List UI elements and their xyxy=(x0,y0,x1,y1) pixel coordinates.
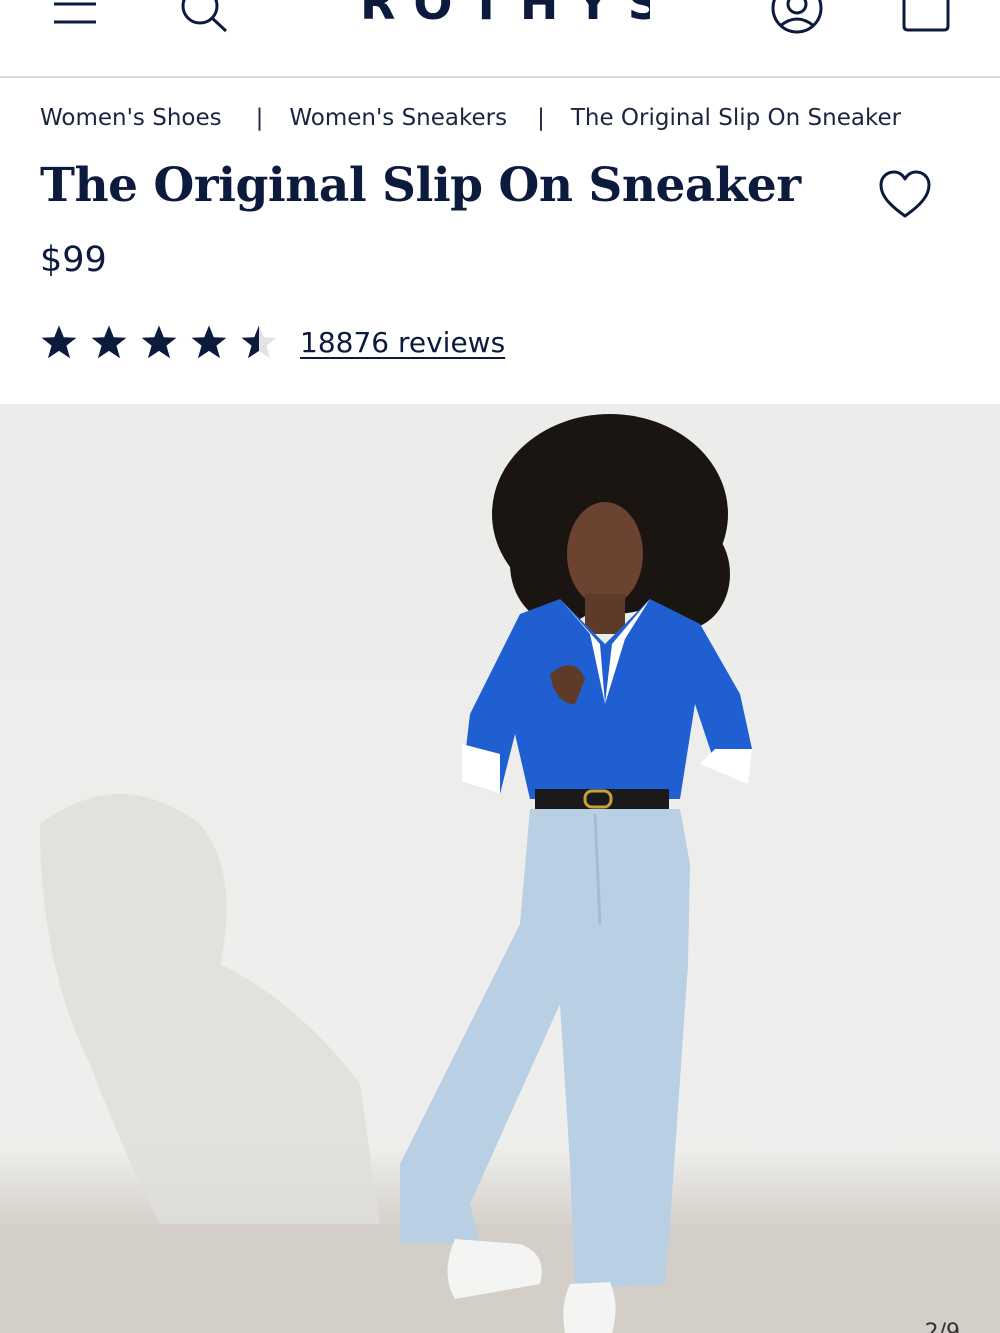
breadcrumb-current-product[interactable]: The Original Slip On Sneaker xyxy=(571,105,901,131)
breadcrumb-separator: | xyxy=(255,105,264,131)
star-icon xyxy=(41,325,77,359)
gallery-pager: 2/9 xyxy=(924,1320,960,1333)
product-title: The Original Slip On Sneaker xyxy=(40,158,801,213)
breadcrumb: Women's Shoes | Women's Sneakers | The O… xyxy=(40,100,970,136)
rating-row: 18876 reviews xyxy=(40,320,505,364)
breadcrumb-separator: | xyxy=(537,105,545,131)
breadcrumb-womens-sneakers[interactable]: Women's Sneakers xyxy=(289,105,507,131)
breadcrumb-womens-shoes[interactable]: Women's Shoes xyxy=(40,105,222,131)
star-icon xyxy=(141,325,177,359)
brand-logo[interactable]: ROTHYS xyxy=(360,0,650,28)
account-icon[interactable] xyxy=(770,0,824,34)
heart-icon[interactable] xyxy=(878,170,932,222)
reviews-link[interactable]: 18876 reviews xyxy=(300,326,505,359)
cart-icon[interactable] xyxy=(900,0,952,34)
menu-icon[interactable] xyxy=(52,0,98,26)
product-image[interactable]: 2/9 xyxy=(0,404,1000,1333)
star-icon xyxy=(91,325,127,359)
top-header: ROTHYS xyxy=(0,0,1000,78)
search-icon[interactable] xyxy=(178,0,230,34)
half-star-icon xyxy=(241,325,277,359)
product-price: $99 xyxy=(40,240,107,280)
model-photo xyxy=(0,414,1000,1333)
star-icon xyxy=(191,325,227,359)
